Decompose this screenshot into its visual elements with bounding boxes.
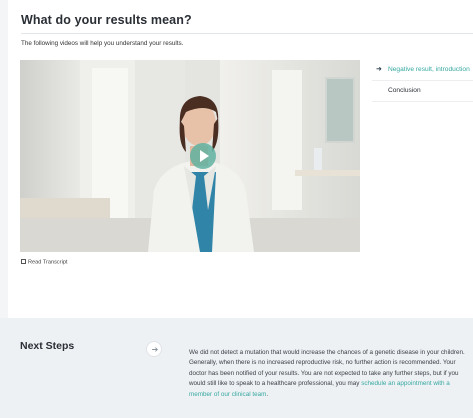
read-transcript-link[interactable]: Read Transcript [21,259,67,266]
arrow-right-icon: ➜ [376,66,382,73]
arrow-right-icon: ➔ [151,345,159,354]
play-button[interactable] [190,143,216,169]
document-icon [21,259,26,264]
playlist-item-label: Negative result, introduction [388,66,470,73]
playlist-item-conclusion[interactable]: Conclusion [372,81,473,102]
playlist-item-label: Conclusion [388,87,421,94]
play-icon [200,150,209,162]
next-steps-title: Next Steps [20,340,75,352]
next-steps-section: Next Steps ➔ We did not detect a mutatio… [0,318,473,418]
section-subtitle: The following videos will help you under… [21,40,184,47]
section-title: What do your results mean? [21,13,192,27]
read-transcript-label: Read Transcript [28,259,68,266]
video-playlist: ➜ Negative result, introduction Conclusi… [372,60,473,102]
playlist-item-negative-result[interactable]: ➜ Negative result, introduction [372,60,473,81]
next-steps-suffix: . [266,390,269,398]
results-card: What do your results mean? The following… [8,0,473,318]
next-steps-button[interactable]: ➔ [146,341,162,357]
video-player[interactable] [20,60,360,252]
page: What do your results mean? The following… [0,0,473,418]
next-steps-body: We did not detect a mutation that would … [189,348,467,400]
title-divider [21,33,473,34]
